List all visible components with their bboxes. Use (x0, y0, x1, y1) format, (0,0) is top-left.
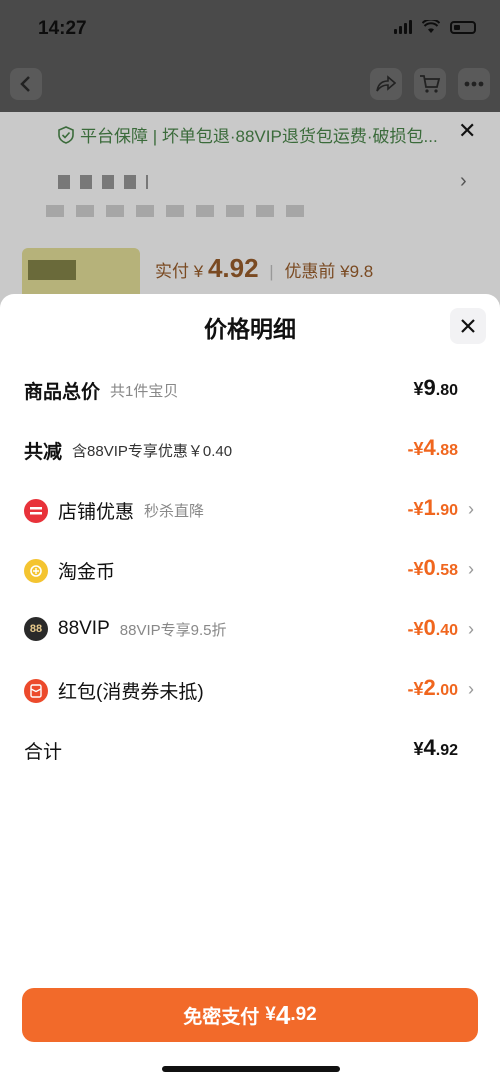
gold-coin-icon (24, 558, 48, 583)
pre-discount: 优惠前 ¥9.8 (284, 262, 374, 281)
chevron-right-icon: › (468, 679, 474, 699)
status-bar: 14:27 (0, 0, 500, 56)
row-value: -¥4.88 (407, 435, 458, 460)
more-icon (464, 81, 484, 87)
pay-button-dec: .92 (290, 1004, 317, 1025)
pay-label: 实付 (155, 262, 189, 281)
pay-currency: ¥ (193, 262, 204, 281)
pay-button-currency: ¥ (265, 1004, 276, 1025)
row-value: -¥0.40 (407, 615, 458, 640)
row-label: 共减 (24, 442, 63, 463)
row-value: -¥1.90 (407, 495, 458, 520)
red-packet-icon (24, 678, 48, 703)
sheet-title: 价格明细 (204, 316, 296, 342)
row-label: 店铺优惠 (58, 502, 135, 523)
back-button[interactable] (10, 68, 42, 100)
row-shop-discount[interactable]: 店铺优惠 秒杀直降 -¥1.90 › (0, 489, 500, 529)
row-value: -¥2.00 (407, 675, 458, 700)
chevron-left-icon (20, 76, 30, 92)
chevron-right-icon: › (468, 619, 474, 639)
pay-button-label: 免密支付 (183, 1006, 260, 1028)
row-red-packet[interactable]: 红包(消费券未抵) -¥2.00 › (0, 669, 500, 709)
actual-pay-line: 实付 ¥ 4.92 | 优惠前 ¥9.8 (155, 253, 374, 283)
row-sub: 秒杀直降 (144, 503, 205, 520)
row-gold-coin[interactable]: 淘金币 -¥0.58 › (0, 549, 500, 589)
battery-icon (450, 20, 476, 34)
row-goods-total: 商品总价 共1件宝贝 ¥9.80 (0, 369, 500, 409)
close-icon (461, 319, 475, 333)
price-detail-sheet: 价格明细 商品总价 共1件宝贝 ¥9.80 共减 含88VIP专享优惠￥0.40… (0, 294, 500, 1082)
row-88vip[interactable]: 88 88VIP 88VIP专享9.5折 -¥0.40 › (0, 609, 500, 649)
wifi-icon (422, 20, 440, 33)
row-sub: 含88VIP专享优惠￥0.40 (72, 443, 233, 460)
address-redacted (58, 175, 148, 189)
row-label: 88VIP (58, 618, 110, 639)
share-button[interactable] (370, 68, 402, 100)
pay-amount: 4.92 (207, 253, 259, 283)
row-label: 淘金币 (58, 562, 116, 583)
status-time: 14:27 (38, 18, 87, 39)
vip88-icon: 88 (24, 617, 48, 641)
cart-icon (420, 75, 441, 93)
shop-discount-icon (24, 498, 48, 523)
home-indicator[interactable] (162, 1066, 340, 1072)
row-total-reduction: 共减 含88VIP专享优惠￥0.40 -¥4.88 (0, 429, 500, 469)
share-icon (376, 75, 396, 92)
row-value: ¥4.92 (413, 735, 458, 760)
row-sub: 共1件宝贝 (110, 383, 179, 400)
shield-check-icon (58, 125, 74, 144)
row-sub: 88VIP专享9.5折 (119, 621, 227, 639)
cart-button[interactable] (414, 68, 446, 100)
row-value: -¥0.58 (407, 555, 458, 580)
nav-bar (0, 56, 500, 112)
status-icons (394, 20, 476, 34)
pay-button-int: 4 (275, 999, 291, 1030)
chevron-right-icon[interactable]: › (460, 170, 467, 193)
chevron-right-icon: › (468, 499, 474, 519)
close-icon[interactable]: ✕ (458, 118, 476, 144)
cellular-signal-icon (394, 20, 412, 34)
row-grand-total: 合计 ¥4.92 (0, 729, 500, 769)
row-label: 商品总价 (24, 382, 101, 403)
row-label: 红包(消费券未抵) (58, 682, 204, 703)
close-button[interactable] (450, 308, 486, 344)
more-button[interactable] (458, 68, 490, 100)
address-redacted-line (46, 205, 306, 217)
guarantee-text: 平台保障 | 坏单包退·88VIP退货包运费·破损包... (80, 127, 438, 146)
row-label: 合计 (24, 742, 63, 763)
row-value: ¥9.80 (413, 375, 458, 400)
chevron-right-icon: › (468, 559, 474, 579)
platform-guarantee: 平台保障 | 坏单包退·88VIP退货包运费·破损包... (58, 122, 438, 147)
password-free-pay-button[interactable]: 免密支付 ¥ 4 .92 (22, 988, 478, 1042)
